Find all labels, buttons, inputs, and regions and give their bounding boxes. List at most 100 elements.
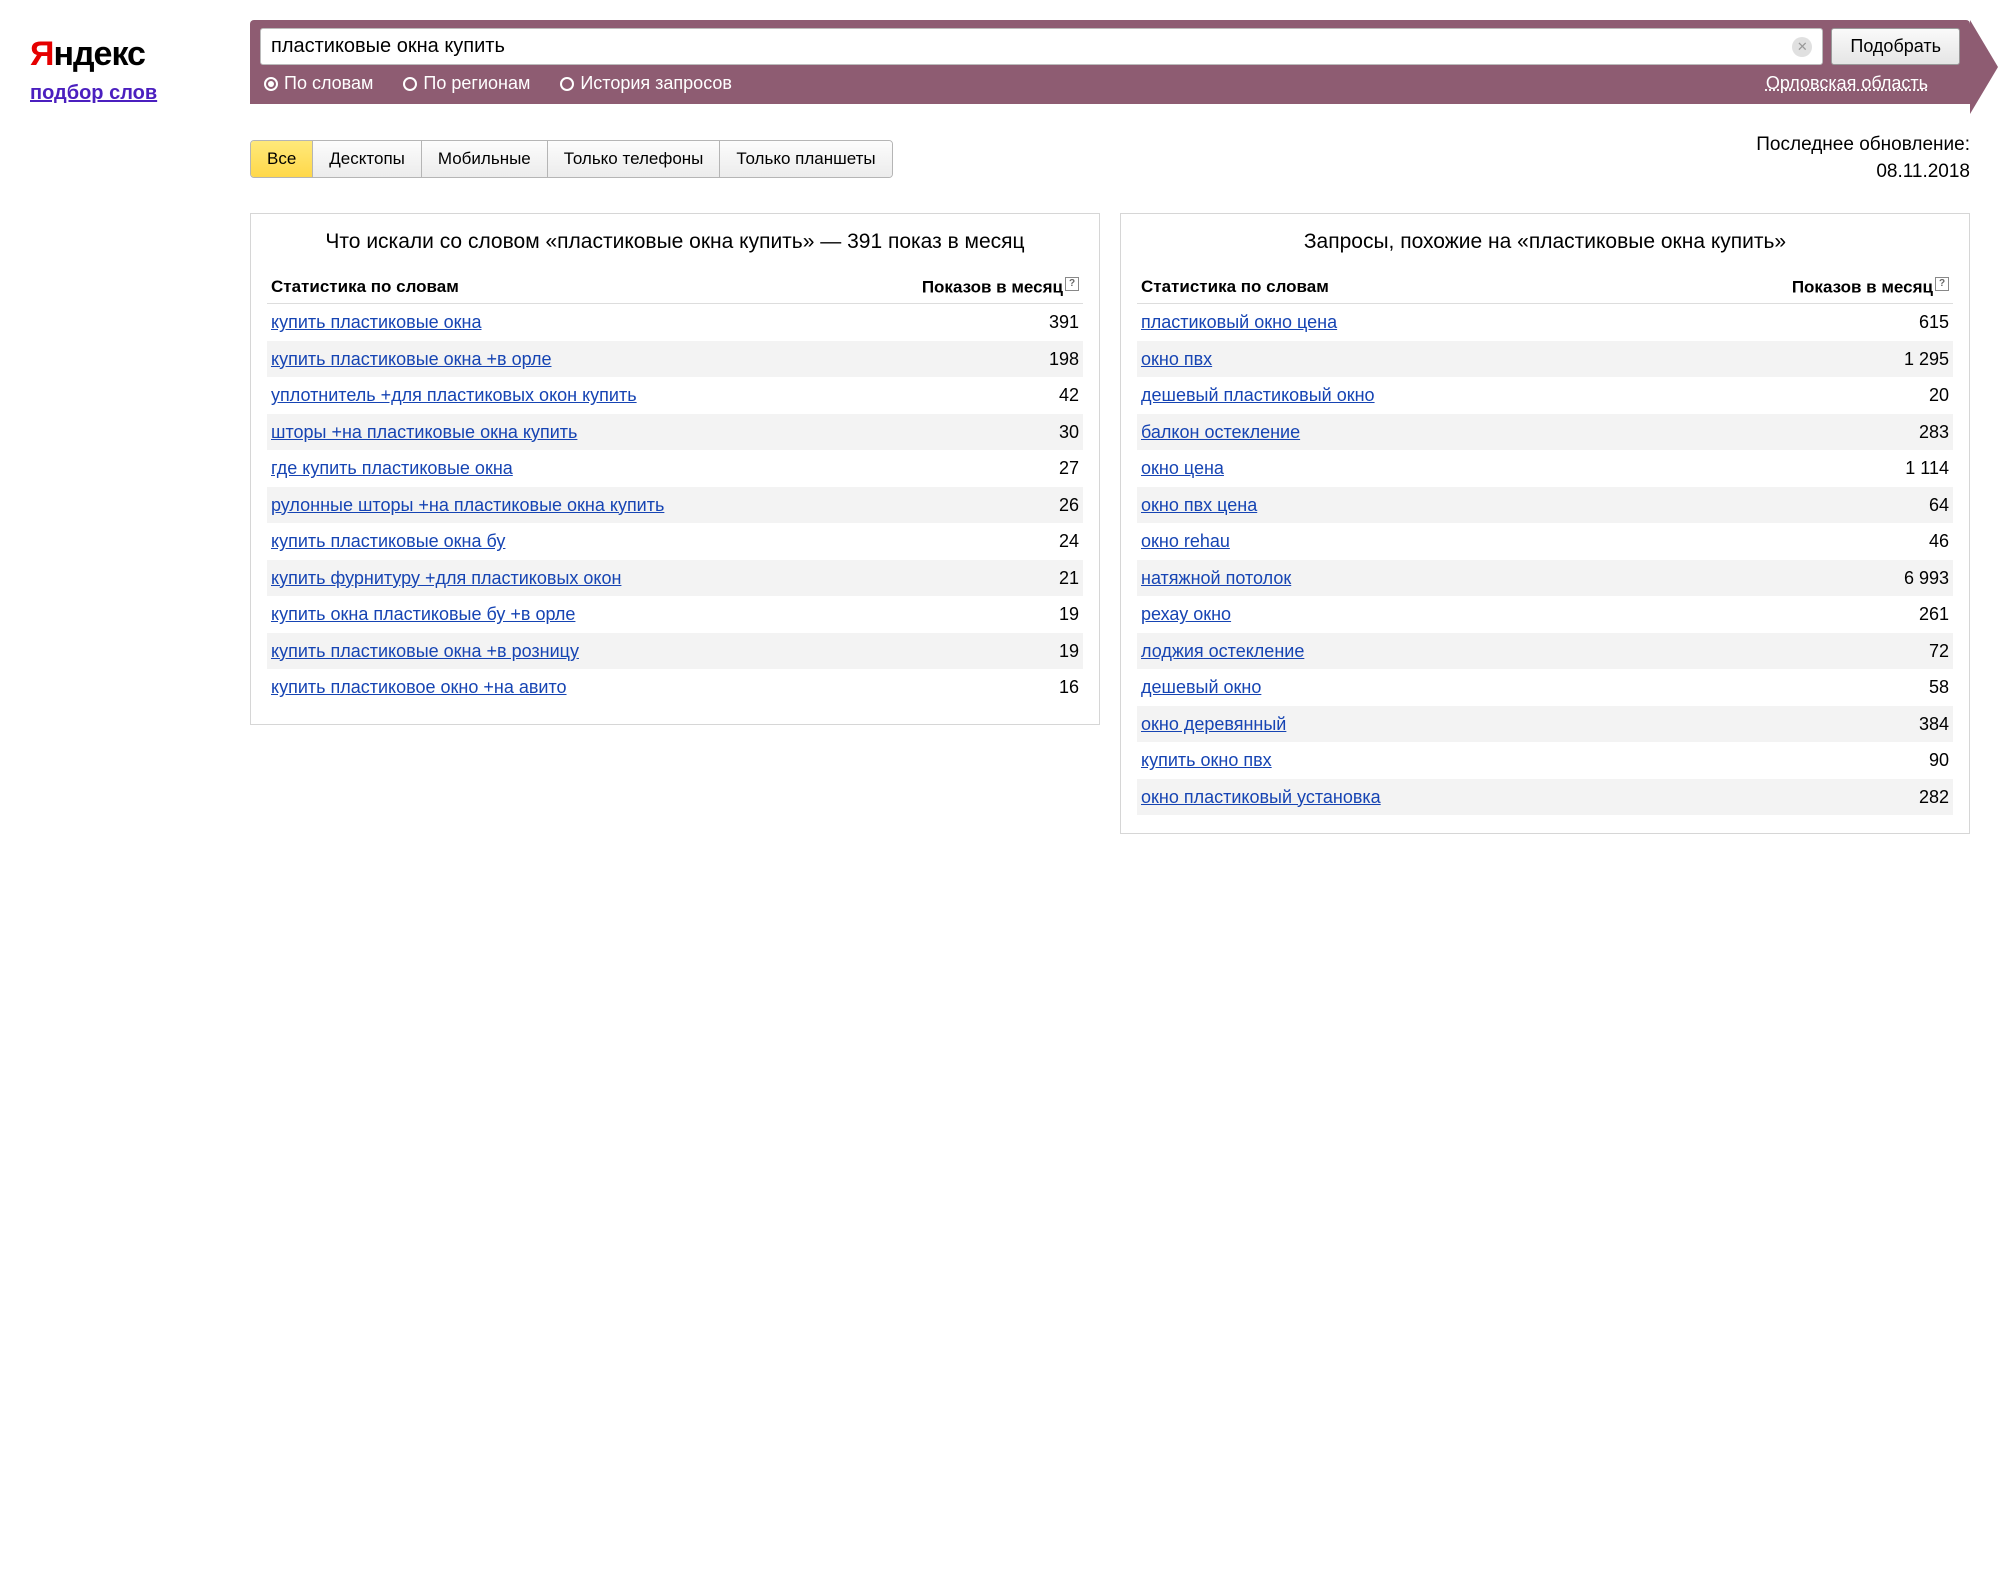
shows-value: 64 <box>1627 487 1953 524</box>
shows-value: 615 <box>1627 304 1953 341</box>
table-row: дешевый окно 58 <box>1137 669 1953 706</box>
device-tab[interactable]: Десктопы <box>313 141 422 177</box>
keyword-link[interactable]: окно пвх цена <box>1141 495 1257 515</box>
table-row: окно пластиковый установка282 <box>1137 779 1953 816</box>
device-tab[interactable]: Все <box>251 141 313 177</box>
mode-tab[interactable]: По регионам <box>403 73 530 94</box>
shows-value: 6 993 <box>1627 560 1953 597</box>
shows-value: 30 <box>845 414 1083 451</box>
table-row: лоджия остекление 72 <box>1137 633 1953 670</box>
help-icon[interactable]: ? <box>1065 277 1079 291</box>
table-row: окно пвх цена 64 <box>1137 487 1953 524</box>
shows-value: 21 <box>845 560 1083 597</box>
keyword-link[interactable]: шторы +на пластиковые окна купить <box>271 422 577 442</box>
table-row: балкон остекление 283 <box>1137 414 1953 451</box>
table-row: окно цена 1 114 <box>1137 450 1953 487</box>
keyword-link[interactable]: пластиковый окно цена <box>1141 312 1337 332</box>
shows-value: 19 <box>845 596 1083 633</box>
device-tab[interactable]: Только планшеты <box>720 141 891 177</box>
keyword-link[interactable]: купить пластиковые окна +в орле <box>271 349 552 369</box>
keyword-link[interactable]: окно пластиковый установка <box>1141 787 1381 807</box>
shows-value: 72 <box>1627 633 1953 670</box>
keyword-link[interactable]: лоджия остекление <box>1141 641 1304 661</box>
keyword-link[interactable]: рулонные шторы +на пластиковые окна купи… <box>271 495 664 515</box>
search-input-wrap[interactable]: ✕ <box>260 28 1823 65</box>
shows-value: 42 <box>845 377 1083 414</box>
keyword-link[interactable]: купить пластиковые окна бу <box>271 531 505 551</box>
table-row: купить окна пластиковые бу +в орле 19 <box>267 596 1083 633</box>
shows-value: 90 <box>1627 742 1953 779</box>
shows-value: 1 114 <box>1627 450 1953 487</box>
right-panel-title: Запросы, похожие на «пластиковые окна ку… <box>1137 228 1953 256</box>
submit-button[interactable]: Подобрать <box>1831 28 1960 65</box>
help-icon[interactable]: ? <box>1935 277 1949 291</box>
keyword-link[interactable]: рехау окно <box>1141 604 1231 624</box>
keyword-link[interactable]: где купить пластиковые окна <box>271 458 513 478</box>
shows-value: 16 <box>845 669 1083 706</box>
table-row: окно rehau 46 <box>1137 523 1953 560</box>
table-row: купить пластиковые окна +в орле 198 <box>267 341 1083 378</box>
clear-icon[interactable]: ✕ <box>1792 37 1812 57</box>
table-row: уплотнитель +для пластиковых окон купить… <box>267 377 1083 414</box>
keyword-link[interactable]: балкон остекление <box>1141 422 1300 442</box>
keyword-link[interactable]: купить пластиковые окна <box>271 312 482 332</box>
keyword-link[interactable]: купить пластиковые окна +в розницу <box>271 641 579 661</box>
keyword-link[interactable]: купить пластиковое окно +на авито <box>271 677 567 697</box>
keyword-link[interactable]: уплотнитель +для пластиковых окон купить <box>271 385 637 405</box>
shows-value: 24 <box>845 523 1083 560</box>
keyword-link[interactable]: окно пвх <box>1141 349 1212 369</box>
mode-tab-label: По регионам <box>423 73 530 94</box>
table-row: дешевый пластиковый окно 20 <box>1137 377 1953 414</box>
radio-icon <box>264 77 278 91</box>
update-label: Последнее обновление: <box>1756 134 1970 155</box>
right-panel: Запросы, похожие на «пластиковые окна ку… <box>1120 213 1970 834</box>
region-link[interactable]: Орловская область <box>1766 73 1928 94</box>
search-bar: ✕ Подобрать По словам По регионам История … <box>250 20 1970 104</box>
mode-tab-label: История запросов <box>580 73 732 94</box>
update-info: Последнее обновление: 08.11.2018 <box>1756 132 1970 185</box>
keyword-link[interactable]: окно цена <box>1141 458 1224 478</box>
col-shows: Показов в месяц? <box>845 271 1083 304</box>
keyword-link[interactable]: окно rehau <box>1141 531 1230 551</box>
mode-tab[interactable]: По словам <box>264 73 373 94</box>
keyword-link[interactable]: окно деревянный <box>1141 714 1286 734</box>
logo-red: Я <box>30 35 53 73</box>
keyword-link[interactable]: дешевый окно <box>1141 677 1261 697</box>
device-tabs: ВсеДесктопыМобильныеТолько телефоныТольк… <box>250 140 893 178</box>
shows-value: 1 295 <box>1627 341 1953 378</box>
col-stat: Статистика по словам <box>267 271 845 304</box>
keyword-link[interactable]: натяжной потолок <box>1141 568 1291 588</box>
table-row: окно деревянный 384 <box>1137 706 1953 743</box>
shows-value: 391 <box>845 304 1083 341</box>
table-row: окно пвх 1 295 <box>1137 341 1953 378</box>
shows-value: 19 <box>845 633 1083 670</box>
keyword-link[interactable]: дешевый пластиковый окно <box>1141 385 1375 405</box>
shows-value: 26 <box>845 487 1083 524</box>
keyword-link[interactable]: купить окна пластиковые бу +в орле <box>271 604 575 624</box>
col-stat: Статистика по словам <box>1137 271 1627 304</box>
device-tab[interactable]: Мобильные <box>422 141 548 177</box>
service-link[interactable]: подбор слов <box>30 82 157 104</box>
device-tab[interactable]: Только телефоны <box>548 141 721 177</box>
shows-value: 384 <box>1627 706 1953 743</box>
keyword-link[interactable]: купить окно пвх <box>1141 750 1272 770</box>
table-row: купить пластиковое окно +на авито 16 <box>267 669 1083 706</box>
shows-value: 20 <box>1627 377 1953 414</box>
table-row: купить окно пвх 90 <box>1137 742 1953 779</box>
shows-value: 261 <box>1627 596 1953 633</box>
logo-rest: ндекс <box>53 35 145 73</box>
table-row: купить пластиковые окна 391 <box>267 304 1083 341</box>
radio-icon <box>403 77 417 91</box>
keyword-link[interactable]: купить фурнитуру +для пластиковых окон <box>271 568 621 588</box>
table-row: купить фурнитуру +для пластиковых окон 21 <box>267 560 1083 597</box>
update-date: 08.11.2018 <box>1876 161 1970 182</box>
shows-value: 58 <box>1627 669 1953 706</box>
radio-icon <box>560 77 574 91</box>
table-row: рулонные шторы +на пластиковые окна купи… <box>267 487 1083 524</box>
shows-value: 198 <box>845 341 1083 378</box>
shows-value: 283 <box>1627 414 1953 451</box>
mode-tab[interactable]: История запросов <box>560 73 732 94</box>
search-input[interactable] <box>271 35 1792 58</box>
shows-value: 46 <box>1627 523 1953 560</box>
table-row: купить пластиковые окна +в розницу 19 <box>267 633 1083 670</box>
